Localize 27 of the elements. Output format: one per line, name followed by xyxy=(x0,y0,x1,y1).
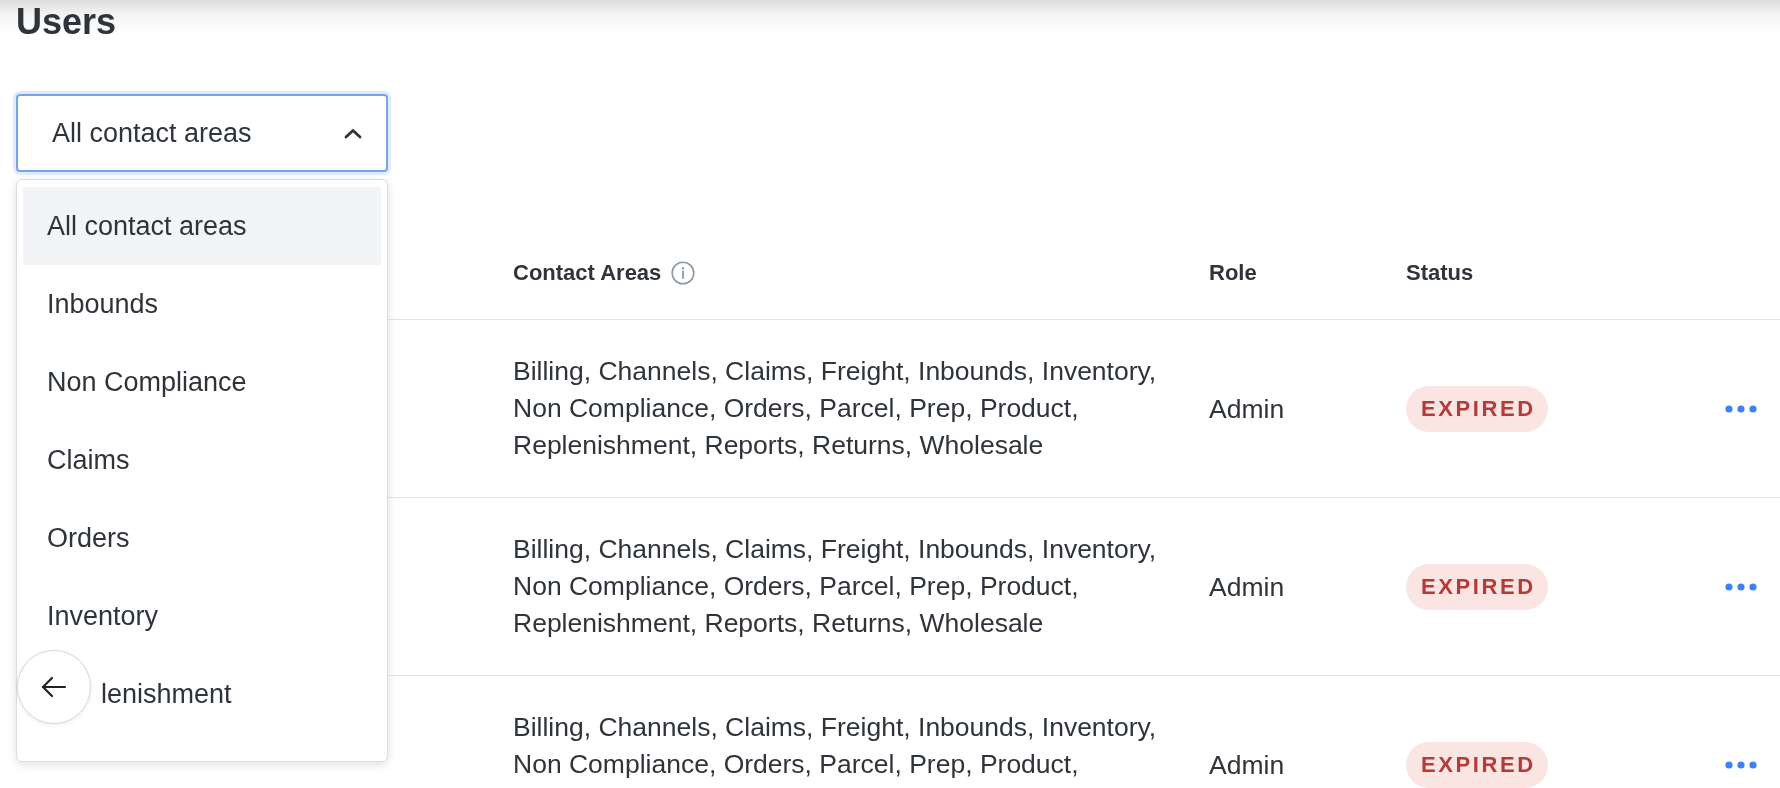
menu-option[interactable]: Non Compliance xyxy=(23,343,381,421)
ellipsis-icon[interactable] xyxy=(1725,583,1757,591)
table-cell-text: Billing, Channels, Claims, Freight, Inbounds, Inventory, Non Compliance, Orders, Parcel, Prep, Product, Replenishment, Reports, Returns, Wholesale xyxy=(513,533,1158,640)
menu-option[interactable]: Orders xyxy=(23,499,381,577)
contact-area-dropdown[interactable]: All contact areas xyxy=(16,94,388,172)
menu-option[interactable]: All contact areas xyxy=(23,187,381,265)
menu-option[interactable]: lenishment xyxy=(96,655,381,733)
table-cell-text: Billing, Channels, Claims, Freight, Inbounds, Inventory, Non Compliance, Orders, Parcel, Prep, Product, Replenishment, Reports, Returns, Wholesale xyxy=(513,355,1158,462)
menu-option[interactable]: Claims xyxy=(23,421,381,499)
menu-option[interactable]: Inbounds xyxy=(23,265,381,343)
column-header: Contact Areas xyxy=(513,260,662,286)
info-icon[interactable] xyxy=(671,261,696,285)
left-arrow-icon xyxy=(41,676,67,698)
chevron-up-icon xyxy=(344,127,362,139)
ellipsis-icon[interactable] xyxy=(1725,405,1757,413)
column-header: Role xyxy=(1209,260,1257,286)
ellipsis-icon[interactable] xyxy=(1725,761,1757,769)
menu-option[interactable]: Inventory xyxy=(23,577,381,655)
status-badge: EXPIRED xyxy=(1406,386,1548,432)
status-badge: EXPIRED xyxy=(1406,742,1548,788)
page-title: Users xyxy=(16,4,117,40)
status-badge: EXPIRED xyxy=(1406,564,1548,610)
table-cell-text: Billing, Channels, Claims, Freight, Inbounds, Inventory, Non Compliance, Orders, Parcel, Prep, Product, xyxy=(513,711,1158,781)
column-header: Status xyxy=(1406,260,1474,286)
table-cell: Admin xyxy=(1209,393,1285,425)
table-cell: Admin xyxy=(1209,749,1285,781)
table-cell: Admin xyxy=(1209,571,1285,603)
